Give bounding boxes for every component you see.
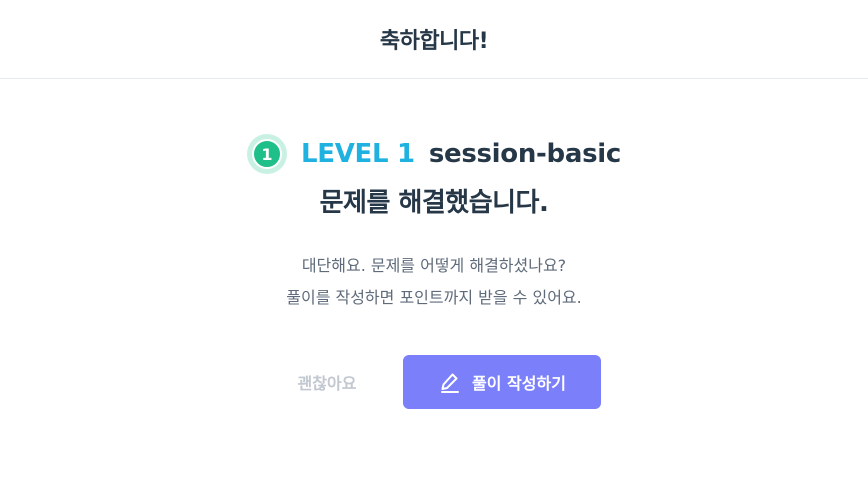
write-solution-label: 풀이 작성하기 bbox=[472, 374, 566, 393]
problem-name: session-basic bbox=[428, 139, 622, 169]
level-badge-icon: 1 bbox=[246, 134, 287, 174]
solved-text: 문제를 해결했습니다. bbox=[319, 188, 549, 218]
headline: 1 LEVEL 1 session-basic 문제를 해결했습니다. bbox=[0, 132, 868, 219]
level-number: 1 bbox=[251, 139, 282, 169]
success-modal: 축하합니다! 1 LEVEL 1 session-basic 문제를 해결했습니… bbox=[0, 0, 868, 504]
dismiss-button[interactable]: 괜찮아요 bbox=[267, 355, 387, 409]
modal-header: 축하합니다! bbox=[0, 0, 868, 79]
message-line-2: 풀이를 작성하면 포인트까지 받을 수 있어요. bbox=[286, 288, 582, 307]
message: 대단해요. 문제를 어떻게 해결하셨나요? 풀이를 작성하면 포인트까지 받을 … bbox=[0, 250, 868, 314]
level-label: LEVEL 1 bbox=[300, 139, 415, 169]
modal-actions: 괜찮아요 풀이 작성하기 bbox=[0, 355, 868, 409]
message-line-1: 대단해요. 문제를 어떻게 해결하셨나요? bbox=[301, 256, 567, 275]
pencil-icon bbox=[438, 370, 462, 394]
write-solution-button[interactable]: 풀이 작성하기 bbox=[403, 355, 601, 409]
problem-info: 1 LEVEL 1 session-basic bbox=[0, 132, 868, 176]
modal-title: 축하합니다! bbox=[379, 29, 489, 54]
